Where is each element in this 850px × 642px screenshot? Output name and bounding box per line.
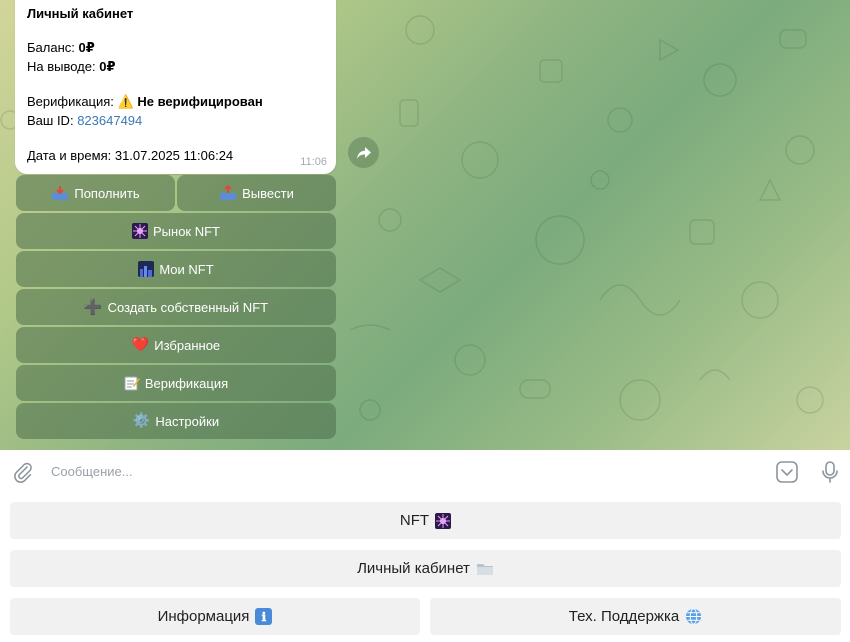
verification-line: Верификация: ⚠️ Не верифицирован [27,94,263,111]
gear-icon: ⚙️ [132,413,151,429]
share-arrow-icon [356,146,371,159]
reply-keyboard: NFT Личный кабинет Информация ℹ Тех. Под… [0,494,850,642]
withdraw-label: На выводе: [27,59,96,74]
sparkler-icon [435,512,452,529]
withdraw-line: На выводе: 0₽ [27,59,116,75]
verification-button-label: Верификация [144,375,229,391]
night-city-icon [138,261,155,277]
attach-icon[interactable] [12,461,34,488]
info-icon: ℹ [255,608,273,625]
warning-icon: ⚠️ [117,95,134,110]
memo-icon [124,375,140,391]
my-nft-button[interactable]: Мои NFT [16,251,336,287]
message-time: 11:06 [300,156,327,168]
settings-label: Настройки [155,413,220,429]
withdraw-button[interactable]: Вывести [177,175,336,211]
market-nft-label: Рынок NFT [153,223,220,239]
keyboard-toggle-icon[interactable] [775,460,799,489]
message-title: Личный кабинет [27,6,134,21]
account-reply-label: Личный кабинет [357,560,470,577]
id-label: Ваш ID: [27,113,74,128]
settings-button[interactable]: ⚙️ Настройки [16,403,336,439]
message-input[interactable]: Сообщение... [51,464,133,479]
chat-background: Личный кабинет Баланс: 0₽ На выводе: 0₽ … [0,0,850,450]
nft-reply-button[interactable]: NFT [10,502,841,539]
message-bubble: Личный кабинет Баланс: 0₽ На выводе: 0₽ … [15,0,336,174]
withdraw-label: Вывести [242,185,294,201]
sparkler-icon [132,223,148,239]
market-nft-button[interactable]: Рынок NFT [16,213,336,249]
verification-value: Не верифицирован [137,94,263,109]
inbox-tray-icon [51,185,69,201]
share-button[interactable] [348,137,379,168]
balance-line: Баланс: 0₽ [27,40,95,56]
account-reply-button[interactable]: Личный кабинет [10,550,841,587]
favorites-label: Избранное [154,337,221,353]
info-reply-label: Информация [157,608,250,625]
withdraw-value: 0₽ [99,59,116,74]
plus-icon: ➕ [83,298,103,316]
folder-icon [476,561,494,576]
balance-value: 0₽ [78,40,95,55]
deposit-label: Пополнить [74,185,140,201]
deposit-button[interactable]: Пополнить [16,175,175,211]
support-reply-label: Тех. Поддержка [568,608,680,625]
nft-reply-label: NFT [399,512,430,529]
id-link[interactable]: 823647494 [77,113,142,128]
compose-bar: Сообщение... [0,450,850,494]
favorites-button[interactable]: ❤️ Избранное [16,327,336,363]
verification-button[interactable]: Верификация [16,365,336,401]
outbox-tray-icon [219,185,237,201]
microphone-icon[interactable] [820,460,840,489]
support-reply-button[interactable]: Тех. Поддержка [430,598,841,635]
datetime-line: Дата и время: 31.07.2025 11:06:24 [27,148,234,163]
info-reply-button[interactable]: Информация ℹ [10,598,420,635]
heart-icon: ❤️ [131,337,150,353]
create-nft-button[interactable]: ➕ Создать собственный NFT [16,289,336,325]
verification-label: Верификация: [27,94,114,109]
my-nft-label: Мои NFT [159,261,214,277]
balance-label: Баланс: [27,40,75,55]
id-line: Ваш ID: 823647494 [27,113,142,129]
globe-icon [685,608,702,625]
create-nft-label: Создать собственный NFT [107,299,269,315]
